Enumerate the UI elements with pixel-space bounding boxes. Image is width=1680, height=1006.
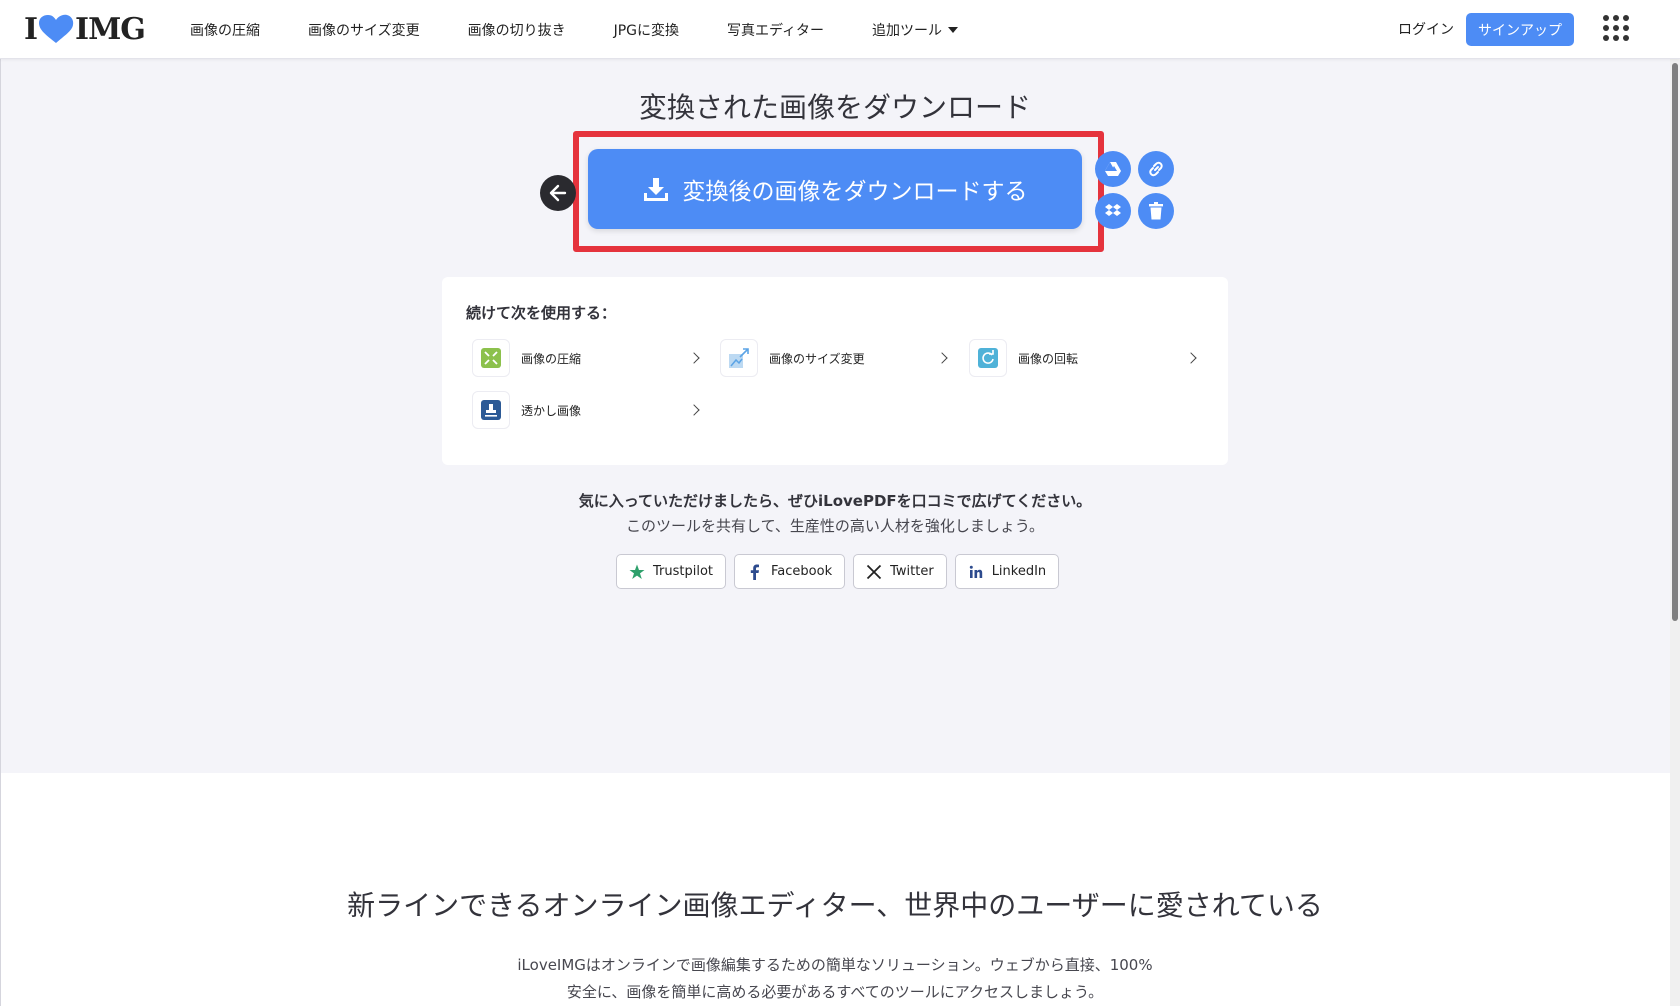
dropbox-button[interactable] — [1095, 193, 1131, 229]
download-button-label: 変換後の画像をダウンロードする — [682, 179, 1028, 205]
tool-rotate[interactable]: 画像の回転 — [969, 338, 1201, 378]
logo-img: IMG — [75, 11, 146, 47]
compress-icon — [472, 339, 510, 377]
delete-button[interactable] — [1138, 193, 1174, 229]
nav-convert-jpg[interactable]: JPGに変換 — [614, 20, 679, 40]
share-subtext: このツールを共有して、生産性の高い人材を強化しましょう。 — [626, 517, 1044, 535]
back-button[interactable] — [540, 175, 576, 211]
nav-convert-jpg-label: JPGに変換 — [613, 22, 680, 39]
tool-compress-label: 画像の圧縮 — [521, 351, 582, 366]
login-link[interactable]: ログイン — [1398, 19, 1454, 39]
share-headline: 気に入っていただけましたら、ぜひiLovePDFを口コミで広げてください。 — [578, 492, 1092, 510]
tool-rotate-label: 画像の回転 — [1018, 351, 1079, 366]
continue-tools-card: 続けて次を使用する： 画像の圧縮 画像のサイズ変更 画像の回転 透かし画像 — [442, 277, 1228, 465]
nav-photo-editor[interactable]: 写真エディター — [727, 20, 824, 40]
arrow-left-icon — [549, 184, 567, 202]
linkedin-button[interactable]: LinkedIn — [954, 554, 1060, 589]
star-icon — [629, 564, 645, 579]
section-description-line2: 安全に、画像を簡単に高める必要があるすべてのツールにアクセスしましょう。 — [566, 983, 1104, 1001]
dropbox-icon — [1105, 204, 1121, 216]
nav-crop[interactable]: 画像の切り抜き — [468, 20, 566, 40]
main-nav: 画像の圧縮 画像のサイズ変更 画像の切り抜き JPGに変換 写真エディター 追加… — [190, 0, 1006, 59]
section-description-line1: iLoveIMGはオンラインで画像編集するための簡単なソリューション。ウェブから… — [517, 956, 1153, 974]
x-icon — [866, 564, 882, 579]
signup-button[interactable]: サインアップ — [1466, 13, 1574, 46]
nav-crop-label: 画像の切り抜き — [467, 22, 566, 39]
rotate-icon — [969, 339, 1007, 377]
heart-icon — [39, 14, 74, 43]
iloveimg-logo[interactable]: I IMG — [24, 11, 146, 47]
section-description: iLoveIMGはオンラインで画像編集するための簡単なソリューション。ウェブから… — [0, 952, 1670, 1006]
scrollbar[interactable] — [1670, 59, 1680, 1006]
google-drive-icon — [1105, 162, 1121, 176]
apps-grid-icon[interactable] — [1603, 15, 1629, 41]
trash-icon — [1149, 202, 1163, 220]
share-link-button[interactable] — [1138, 151, 1174, 187]
trustpilot-label: Trustpilot — [653, 564, 714, 579]
download-button[interactable]: 変換後の画像をダウンロードする — [588, 149, 1082, 229]
linkedin-icon — [969, 565, 982, 578]
tool-watermark-label: 透かし画像 — [521, 403, 582, 418]
nav-compress-label: 画像の圧縮 — [190, 22, 260, 39]
linkedin-label: LinkedIn — [991, 564, 1047, 579]
watermark-icon — [472, 391, 510, 429]
chevron-right-icon — [936, 352, 948, 364]
caret-down-icon — [948, 26, 959, 33]
scrollbar-thumb[interactable] — [1672, 63, 1678, 621]
nav-resize-label: 画像のサイズ変更 — [308, 22, 420, 39]
download-icon — [643, 178, 668, 201]
page-title: 変換された画像をダウンロード — [638, 91, 1031, 124]
facebook-button[interactable]: Facebook — [734, 554, 846, 589]
site-header: I IMG 画像の圧縮 画像のサイズ変更 画像の切り抜き JPGに変換 写真エデ… — [0, 0, 1680, 59]
chevron-right-icon — [1185, 352, 1197, 364]
social-share-buttons: Trustpilot Facebook Twitter LinkedIn — [616, 554, 1060, 589]
logo-i: I — [24, 11, 38, 47]
link-icon — [1149, 161, 1163, 177]
twitter-label: Twitter — [890, 564, 934, 579]
nav-more-tools[interactable]: 追加ツール — [872, 20, 959, 40]
resize-icon — [720, 339, 758, 377]
chevron-right-icon — [688, 352, 700, 364]
chevron-right-icon — [688, 404, 700, 416]
trustpilot-button[interactable]: Trustpilot — [616, 554, 727, 589]
facebook-label: Facebook — [771, 564, 833, 579]
facebook-icon — [750, 564, 760, 580]
tool-compress[interactable]: 画像の圧縮 — [472, 338, 704, 378]
tool-resize[interactable]: 画像のサイズ変更 — [720, 338, 952, 378]
twitter-button[interactable]: Twitter — [853, 554, 947, 589]
google-drive-button[interactable] — [1095, 151, 1131, 187]
tool-watermark[interactable]: 透かし画像 — [472, 390, 704, 430]
tool-resize-label: 画像のサイズ変更 — [769, 351, 865, 366]
nav-more-tools-label: 追加ツール — [872, 22, 943, 39]
nav-photo-editor-label: 写真エディター — [727, 22, 825, 39]
continue-title: 続けて次を使用する： — [466, 304, 617, 322]
nav-resize[interactable]: 画像のサイズ変更 — [308, 20, 420, 40]
section-title: 新ラインできるオンライン画像エディター、世界中のユーザーに愛されている — [347, 889, 1323, 922]
nav-compress[interactable]: 画像の圧縮 — [190, 20, 260, 40]
